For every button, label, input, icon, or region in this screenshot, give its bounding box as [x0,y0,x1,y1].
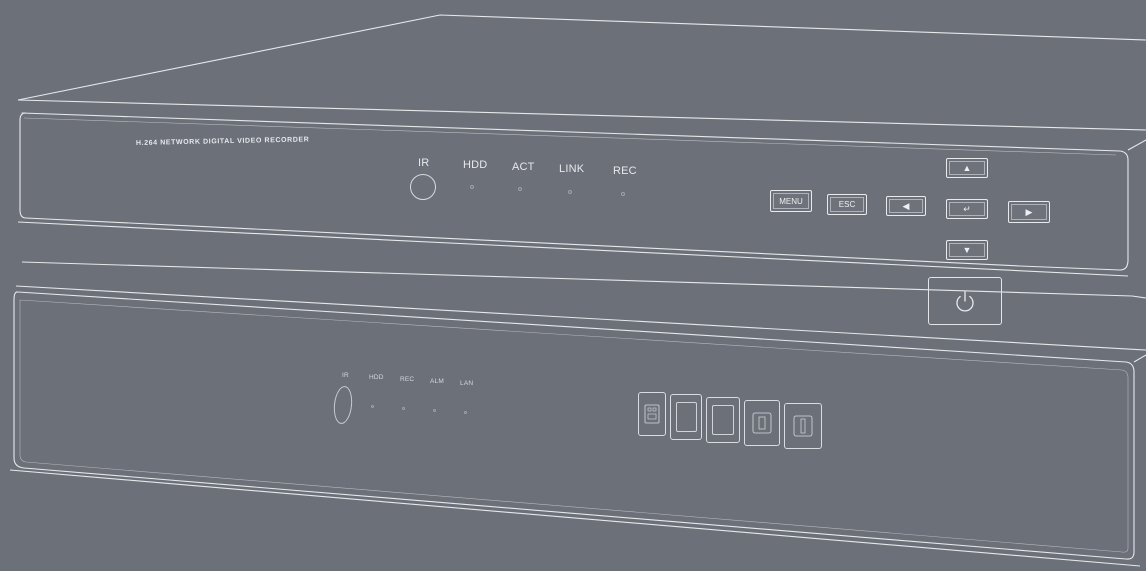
lower-lan-led [464,411,467,414]
menu-button[interactable]: MENU [770,190,812,212]
ir-label: IR [418,157,430,169]
lower-unit-front-inner [19,299,1129,553]
act-led [518,187,522,191]
lower-hdd-label: HDD [369,374,384,381]
port-opening [675,401,697,433]
down-arrow-icon: ▼ [962,244,972,255]
lower-rec-led [402,407,405,410]
lower-alm-label: ALM [430,378,444,385]
down-arrow-button[interactable]: ▼ [946,240,988,260]
upper-unit-top-front-edge [17,99,1146,131]
hdd-led [470,185,474,189]
port-opening [711,404,735,436]
card-slot-icon[interactable] [638,392,666,436]
rec-led [621,192,625,196]
hdd-indicator-label: HDD [463,159,488,171]
right-arrow-icon: ▶ [1025,206,1033,217]
esc-button-label: ESC [838,200,856,209]
upper-unit-front-panel-inner [23,117,1117,156]
enter-icon: ↵ [963,203,971,214]
lower-alm-led [433,409,436,412]
lower-hdd-led [371,405,374,408]
enter-button[interactable]: ↵ [946,199,988,219]
usb-icon [793,415,813,437]
power-button[interactable] [928,277,1002,325]
usb-port-icon[interactable] [784,403,822,449]
left-arrow-icon: ◀ [902,200,910,211]
act-indicator-label: ACT [512,161,535,173]
up-arrow-icon: ▲ [962,162,972,173]
lower-unit-front-panel [13,291,1135,560]
lower-ir-label: IR [342,372,349,379]
port-icon[interactable] [670,394,702,440]
card-reader-icon [644,404,660,424]
rec-indicator-label: REC [613,165,637,177]
up-arrow-button[interactable]: ▲ [946,158,988,178]
link-led [568,190,572,194]
lower-unit-side-edge [1133,354,1146,363]
link-indicator-label: LINK [559,163,585,175]
esc-button[interactable]: ESC [827,194,867,215]
usb-icon [752,412,772,434]
lower-lan-label: LAN [460,380,474,387]
lower-rec-label: REC [400,376,415,383]
left-arrow-button[interactable]: ◀ [886,196,926,216]
power-icon [956,291,974,312]
upper-unit-side-edge [1127,139,1146,151]
upper-unit-top-surface [17,14,1146,101]
ir-sensor-window [410,174,436,200]
port-icon[interactable] [706,397,740,443]
menu-button-label: MENU [779,196,803,206]
lower-unit-base-edge [9,469,1141,567]
usb-port-icon[interactable] [744,400,780,446]
right-arrow-button[interactable]: ▶ [1008,201,1050,223]
